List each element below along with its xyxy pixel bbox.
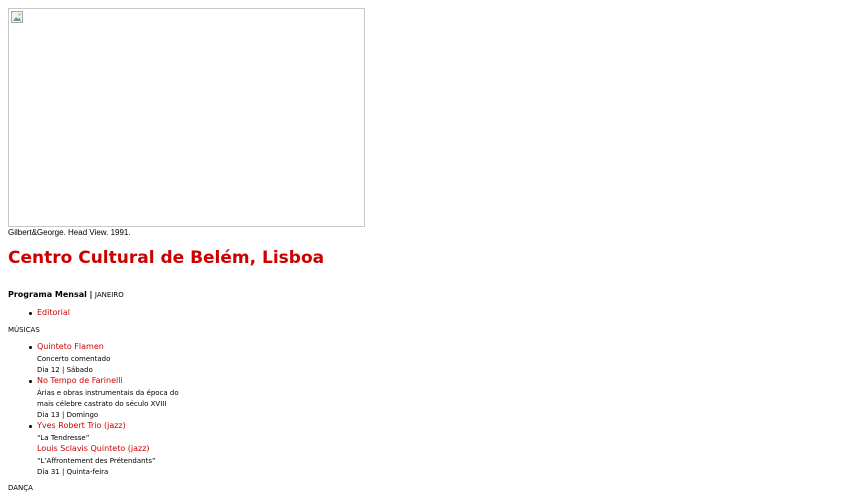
event-description: “La Tendresse” xyxy=(37,434,90,442)
bullet-icon xyxy=(29,425,32,428)
event-link-yves-robert[interactable]: Yves Robert Trio (jazz) xyxy=(37,421,179,433)
bullet-icon xyxy=(29,312,32,315)
music-list: Quinteto Flamen Concerto comentado Dia 1… xyxy=(29,342,179,478)
editorial-link[interactable]: Editorial xyxy=(37,308,70,318)
event-description: mais célebre castrato do século XVIII xyxy=(37,400,167,408)
event-date: Dia 12 | Sábado xyxy=(37,366,93,374)
event-description: Árias e obras instrumentais da época do xyxy=(37,389,179,397)
event-link-farinelli[interactable]: No Tempo de Farinelli xyxy=(37,376,179,388)
bullet-icon xyxy=(29,346,32,349)
program-header: Programa Mensal | JANEIRO xyxy=(8,290,124,299)
event-link-louis-sclavis[interactable]: Louis Sclavis Quinteto (jazz) xyxy=(37,444,179,456)
list-item: Quinteto Flamen Concerto comentado Dia 1… xyxy=(29,342,179,376)
broken-image-icon xyxy=(11,11,23,23)
image-caption: Gilbert&George. Head View. 1991. xyxy=(8,228,131,237)
list-item: No Tempo de Farinelli Árias e obras inst… xyxy=(29,376,179,421)
event-date: Dia 13 | Domingo xyxy=(37,411,99,419)
program-separator: | xyxy=(89,290,93,299)
page-title: Centro Cultural de Belém, Lisboa xyxy=(8,248,325,268)
program-month: JANEIRO xyxy=(94,291,124,299)
list-item: Editorial xyxy=(29,308,70,318)
event-date: Dia 31 | Quinta-feira xyxy=(37,468,109,476)
section-label-music: MÚSICAS xyxy=(8,326,40,334)
list-item: Yves Robert Trio (jazz) “La Tendresse” L… xyxy=(29,421,179,478)
bullet-icon xyxy=(29,380,32,383)
event-link-quinteto-flamen[interactable]: Quinteto Flamen xyxy=(37,342,179,354)
hero-image xyxy=(8,8,365,227)
editorial-list: Editorial xyxy=(29,308,70,318)
event-description: “L’Affrontement des Prétendants” xyxy=(37,457,156,465)
section-label-dance: DANÇA xyxy=(8,484,33,492)
event-description: Concerto comentado xyxy=(37,355,111,363)
program-label: Programa Mensal xyxy=(8,290,87,299)
